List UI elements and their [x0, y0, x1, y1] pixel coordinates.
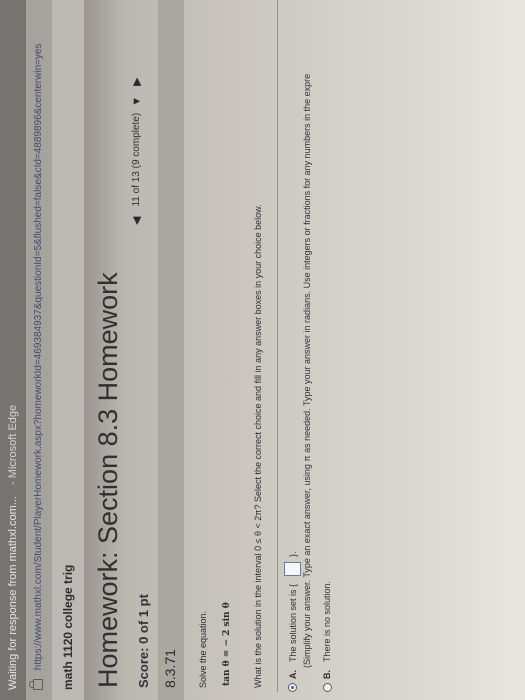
choice-b-letter: B. — [322, 670, 332, 679]
choice-b-label: There is no solution. — [322, 580, 332, 662]
window-title-bar: Waiting for response from mathxl.com... … — [0, 0, 26, 700]
window-title: Waiting for response from mathxl.com... — [7, 496, 19, 690]
question-navigation: ◀ 11 of 13 (9 complete) ▼ ▶ — [130, 77, 144, 225]
question-instruction: Solve the equation. — [198, 610, 208, 688]
down-triangle-icon: ▼ — [130, 95, 143, 107]
choice-a-close: }. — [287, 551, 298, 557]
divider — [277, 0, 278, 692]
score-label: Score: 0 of 1 pt — [136, 594, 151, 688]
choice-a-radio[interactable] — [288, 683, 297, 692]
question-header-bar — [158, 0, 184, 700]
choice-b[interactable]: B. There is no solution. — [322, 581, 332, 692]
question-equation: tan θ = − 2 sin θ — [222, 602, 232, 686]
progress-label: 11 of 13 (9 complete) — [131, 112, 142, 207]
photo-frame: Waiting for response from mathxl.com... … — [0, 0, 525, 700]
lock-icon — [33, 679, 44, 690]
choice-b-radio[interactable] — [322, 683, 332, 692]
address-bar[interactable]: https://www.mathxl.com/Student/PlayerHom… — [26, 0, 52, 700]
choice-a-label: The solution set is { — [287, 583, 298, 662]
choice-a[interactable]: A. The solution set is { }. (Simplify yo… — [284, 74, 312, 692]
answer-input[interactable] — [284, 561, 301, 576]
choice-a-letter: A. — [287, 670, 298, 679]
question-number: 8.3.71 — [162, 649, 178, 688]
question-progress-dropdown[interactable]: 11 of 13 (9 complete) ▼ — [131, 96, 143, 207]
left-triangle-icon[interactable]: ◀ — [130, 217, 143, 225]
page-title: Homework: Section 8.3 Homework — [93, 272, 123, 688]
browser-screen: Waiting for response from mathxl.com... … — [0, 0, 525, 700]
url-text[interactable]: https://www.mathxl.com/Student/PlayerHom… — [33, 43, 44, 670]
app-name: - Microsoft Edge — [7, 404, 19, 485]
right-triangle-icon[interactable]: ▶ — [130, 77, 143, 85]
question-prompt: What is the solution in the interval 0 ≤… — [253, 204, 263, 688]
course-header: math 1120 college trig — [52, 0, 84, 700]
choice-a-hint: (Simplify your answer. Type an exact ans… — [302, 73, 312, 668]
course-name: math 1120 college trig — [61, 564, 75, 690]
